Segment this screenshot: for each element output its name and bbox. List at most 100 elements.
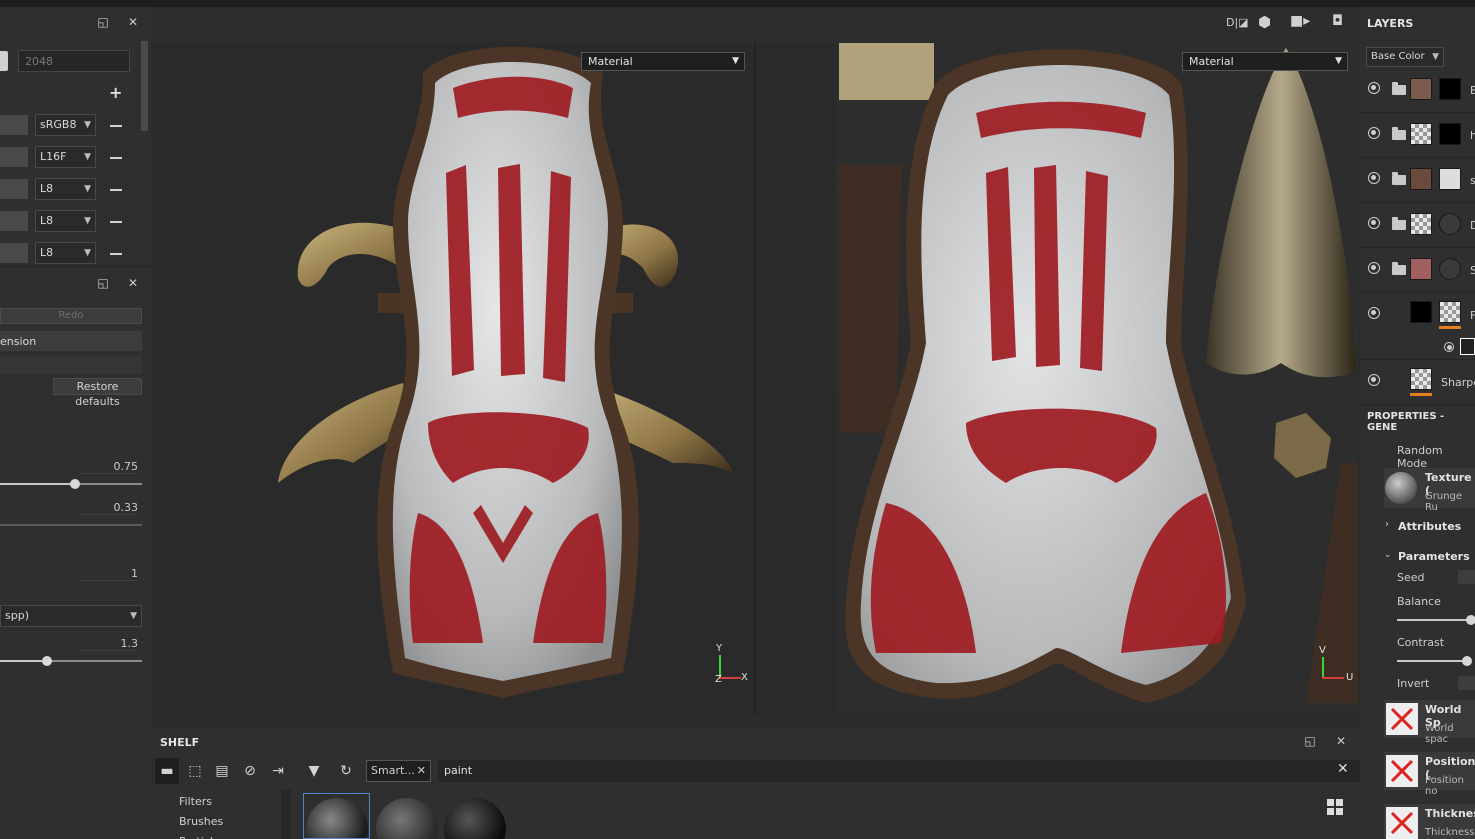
visibility-eye-icon[interactable] xyxy=(1368,374,1380,386)
shelf-tree-particles[interactable]: Particles xyxy=(179,835,225,839)
layer-row[interactable]: D xyxy=(1360,203,1475,248)
input-card-thickness[interactable]: Thicknes Thickness xyxy=(1384,804,1475,839)
viewport-3d-mode-label: Material xyxy=(588,55,633,68)
chip-close-icon[interactable]: ✕ xyxy=(417,761,426,781)
lock-icon[interactable] xyxy=(0,51,8,71)
viewport-2d-mode-select[interactable]: Material ▼ xyxy=(1182,52,1348,71)
redo-button[interactable]: Redo xyxy=(0,308,142,324)
effect-selected-thumb[interactable] xyxy=(1460,338,1475,355)
parameters-header[interactable]: Parameters xyxy=(1398,550,1470,563)
save-icon[interactable]: ▤ xyxy=(213,762,231,780)
visibility-eye-icon[interactable] xyxy=(1368,217,1380,229)
remove-channel-icon[interactable] xyxy=(110,253,122,255)
dimension-row[interactable]: ension xyxy=(0,331,142,351)
shelf-tree-brushes[interactable]: Brushes xyxy=(179,815,223,828)
panel-scrollbar[interactable] xyxy=(141,41,148,131)
shelf-title: SHELF xyxy=(160,736,200,749)
layer-row[interactable]: Sharpe xyxy=(1360,360,1475,405)
layer-row[interactable]: B xyxy=(1360,68,1475,113)
slider-handle[interactable] xyxy=(41,656,52,666)
remove-channel-icon[interactable] xyxy=(110,125,122,127)
float-panel-icon[interactable]: ◱ xyxy=(1303,734,1317,748)
visibility-eye-icon[interactable] xyxy=(1368,307,1380,319)
layer-active-indicator xyxy=(1410,393,1432,396)
shelf-search-input[interactable]: paint xyxy=(438,760,1360,782)
filter-icon[interactable]: ▼ xyxy=(305,762,323,780)
numeric-field[interactable]: 1 xyxy=(80,567,138,581)
screenshot-camera-icon[interactable]: ◘ xyxy=(1332,13,1343,29)
filter-chip-smart[interactable]: Smart... ✕ xyxy=(366,760,431,782)
visibility-eye-icon[interactable] xyxy=(1368,127,1380,139)
visibility-eye-icon[interactable] xyxy=(1368,172,1380,184)
seed-field[interactable] xyxy=(1458,570,1475,584)
slider-value[interactable]: 1.3 xyxy=(80,637,138,651)
input-card-position[interactable]: Position ( Position no xyxy=(1384,752,1475,797)
slider-value[interactable]: 0.33 xyxy=(80,501,138,515)
layer-mask-thumbnail xyxy=(1439,213,1461,235)
shelf-item[interactable] xyxy=(443,793,507,839)
close-panel-icon[interactable]: ✕ xyxy=(126,15,140,29)
new-shelf-icon[interactable]: ⬚ xyxy=(186,762,204,780)
refresh-icon[interactable]: ↻ xyxy=(337,762,355,780)
balance-slider-handle[interactable] xyxy=(1466,615,1475,625)
history-empty-row[interactable] xyxy=(0,356,142,374)
axis-u-label: U xyxy=(1346,672,1354,683)
slider-handle[interactable] xyxy=(69,479,80,489)
visibility-eye-icon[interactable] xyxy=(1368,262,1380,274)
viewport-3d[interactable]: Material ▼ Y X Z xyxy=(153,43,834,714)
remove-channel-icon[interactable] xyxy=(110,189,122,191)
slider-track[interactable] xyxy=(0,524,142,526)
input-card-world-space[interactable]: World Sp World spac xyxy=(1384,700,1475,745)
camera-video-icon[interactable]: ■▸ xyxy=(1290,13,1310,29)
invert-checkbox[interactable] xyxy=(1458,676,1475,690)
restore-defaults-label: Restore defaults xyxy=(75,380,120,408)
shelf-item-selected[interactable] xyxy=(303,793,370,839)
view-mode-icon[interactable]: D|◪ xyxy=(1226,16,1249,29)
viewport-2d[interactable]: Material ▼ V U xyxy=(836,43,1358,714)
chevron-right-icon[interactable]: › xyxy=(1385,519,1389,530)
shelf-item[interactable] xyxy=(375,793,439,839)
folder-icon[interactable]: ▬ xyxy=(158,762,176,780)
add-channel-icon[interactable]: + xyxy=(109,83,122,102)
resolution-field[interactable]: 2048 xyxy=(18,50,130,72)
channel-format-select[interactable]: L16F ▼ xyxy=(35,146,96,168)
sampling-select[interactable]: spp) ▼ xyxy=(0,605,142,627)
balance-slider-track[interactable] xyxy=(1397,619,1475,621)
grid-view-icon[interactable] xyxy=(1327,799,1343,815)
layers-channel-select[interactable]: Base Color ▼ xyxy=(1366,47,1444,67)
layer-row[interactable]: s xyxy=(1360,158,1475,203)
axis-x-label: X xyxy=(741,672,748,683)
import-icon[interactable]: ⇥ xyxy=(269,762,287,780)
float-panel-icon[interactable]: ◱ xyxy=(96,276,110,290)
attributes-header[interactable]: Attributes xyxy=(1398,520,1461,533)
contrast-slider-track[interactable] xyxy=(1397,660,1469,662)
layer-row[interactable]: S xyxy=(1360,248,1475,293)
viewport-splitter[interactable] xyxy=(754,43,756,714)
remove-channel-icon[interactable] xyxy=(110,221,122,223)
layer-row-selected[interactable]: F xyxy=(1360,293,1475,360)
texture-card[interactable]: Texture ( Grunge Ru xyxy=(1384,468,1475,513)
remove-channel-icon[interactable] xyxy=(110,157,122,159)
folder-open-icon xyxy=(1392,262,1406,275)
shelf-tree-filters[interactable]: Filters xyxy=(179,795,212,808)
channel-format-select[interactable]: L8 ▼ xyxy=(35,210,96,232)
layer-row[interactable]: h xyxy=(1360,113,1475,158)
close-panel-icon[interactable]: ✕ xyxy=(126,276,140,290)
effect-visibility-icon[interactable] xyxy=(1444,342,1454,352)
viewport-3d-mode-select[interactable]: Material ▼ xyxy=(581,52,745,71)
channel-format-select[interactable]: L8 ▼ xyxy=(35,178,96,200)
mask-active-indicator xyxy=(1439,326,1461,329)
float-panel-icon[interactable]: ◱ xyxy=(96,15,110,29)
visibility-eye-icon[interactable] xyxy=(1368,82,1380,94)
channel-format-select[interactable]: L8 ▼ xyxy=(35,242,96,264)
layers-title: LAYERS xyxy=(1367,17,1414,30)
close-panel-icon[interactable]: ✕ xyxy=(1334,734,1348,748)
clear-search-icon[interactable]: ✕ xyxy=(1337,761,1349,777)
slider-value[interactable]: 0.75 xyxy=(80,460,138,474)
cube-display-icon[interactable]: ⬢ xyxy=(1258,13,1271,31)
contrast-slider-handle[interactable] xyxy=(1462,656,1472,666)
restore-defaults-button[interactable]: Restore defaults xyxy=(53,378,142,408)
chevron-down-icon[interactable]: ⌄ xyxy=(1384,550,1392,560)
channel-format-select[interactable]: sRGB8 ▼ xyxy=(35,114,96,136)
hide-icon[interactable]: ⊘ xyxy=(241,762,259,780)
